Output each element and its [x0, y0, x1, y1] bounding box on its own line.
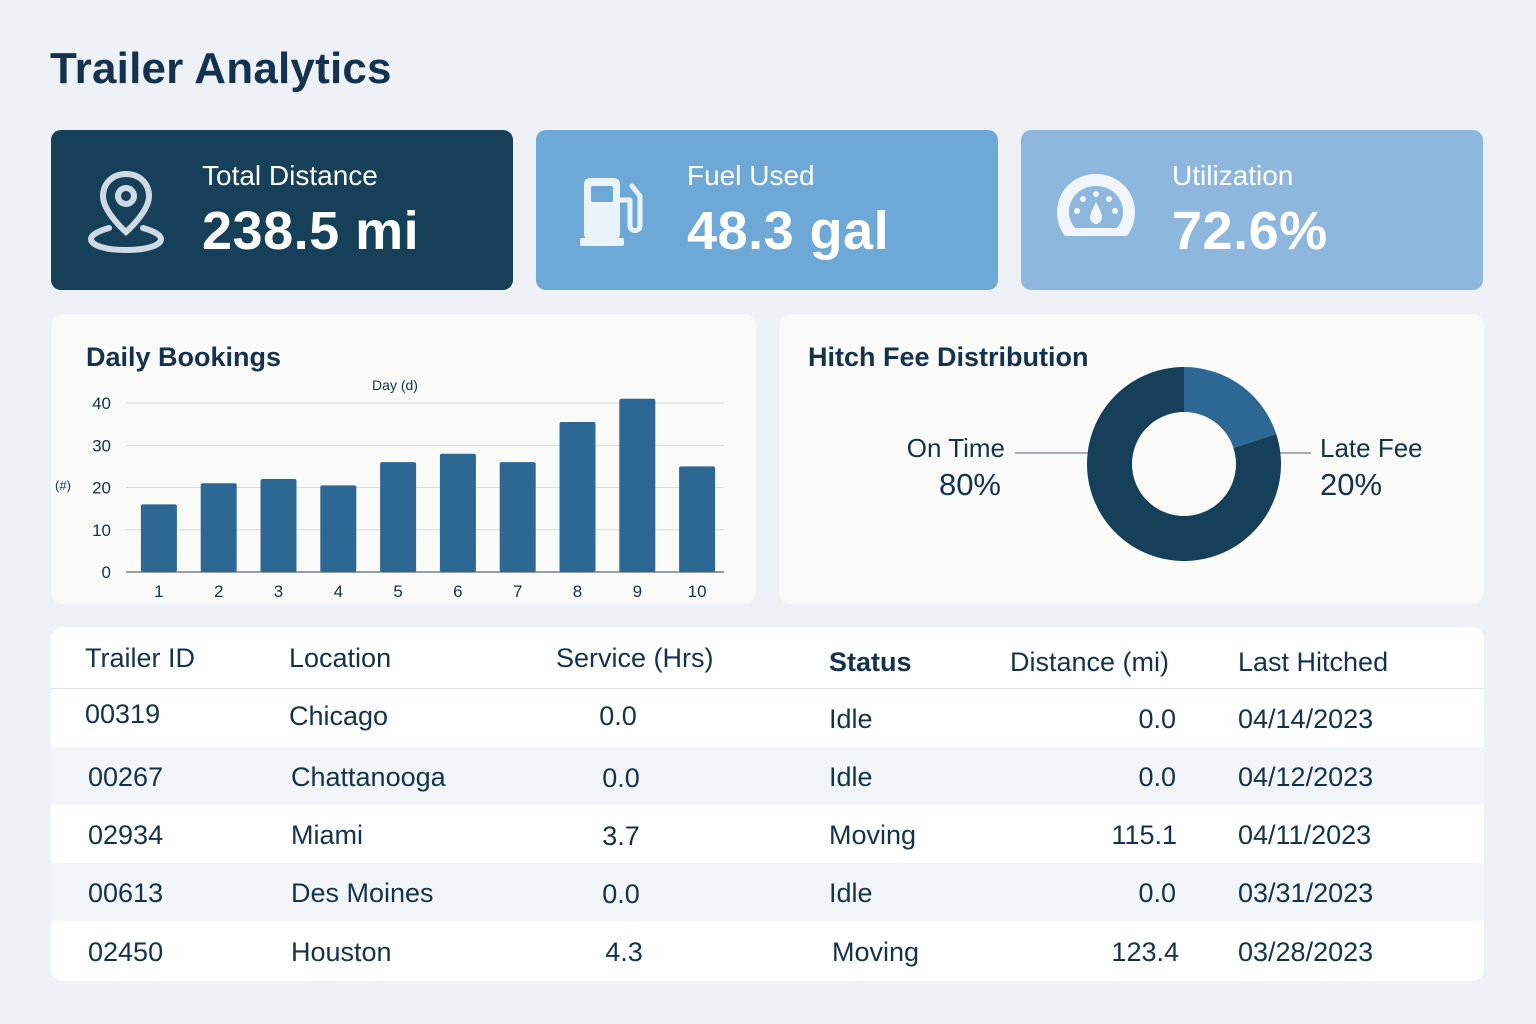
cell-service-hrs: 0.0: [602, 879, 640, 909]
table-row[interactable]: 00613 Des Moines 0.0 Idle 0.0 03/31/2023: [51, 863, 1484, 921]
bar[interactable]: [140, 504, 177, 572]
slice-value-on-time: 80%: [939, 467, 1001, 502]
trailer-table: Trailer ID Location Service (Hrs) Status…: [51, 627, 1484, 981]
map-pin-icon: [85, 166, 167, 254]
cell-trailer-id: 02450: [88, 937, 164, 967]
hitch-fee-card: Hitch Fee Distribution On Time 80% Late …: [779, 314, 1484, 604]
bar[interactable]: [260, 479, 297, 572]
donut-slice-late-fee[interactable]: [1184, 367, 1277, 448]
cell-distance: 123.4: [1111, 937, 1179, 967]
table-row[interactable]: 02934 Miami 3.7 Moving 115.1 04/11/2023: [51, 805, 1484, 863]
daily-bookings-card: Daily Bookings Day (d) (#) 0 10 20 30 40 1 2 3 4…: [51, 314, 756, 604]
cell-trailer-id: 00613: [88, 878, 164, 908]
cell-last-hitched: 03/28/2023: [1238, 937, 1374, 967]
x-tick-label: 4: [334, 582, 343, 601]
cell-trailer-id: 02934: [88, 820, 164, 850]
x-tick-label: 6: [453, 582, 462, 601]
cell-distance: 0.0: [1138, 762, 1176, 792]
kpi-card-total-distance[interactable]: Total Distance 238.5 mi: [51, 130, 513, 290]
cell-trailer-id: 00267: [88, 762, 164, 792]
cell-last-hitched: 03/31/2023: [1238, 878, 1374, 908]
cell-distance: 115.1: [1111, 820, 1177, 850]
bar[interactable]: [439, 453, 476, 572]
x-tick-label: 10: [688, 582, 707, 601]
column-header-trailer-id[interactable]: Trailer ID: [85, 643, 195, 674]
y-tick-label: 0: [102, 563, 111, 582]
hitch-fee-donut-chart: On Time 80% Late Fee 20%: [907, 367, 1423, 561]
x-tick-label: 1: [154, 582, 163, 601]
x-tick-label: 7: [513, 582, 522, 601]
kpi-label: Fuel Used: [687, 160, 815, 191]
kpi-label: Total Distance: [202, 160, 378, 191]
cell-service-hrs: 0.0: [602, 763, 640, 793]
bar[interactable]: [380, 462, 417, 572]
x-axis-label: Day (d): [372, 377, 418, 393]
kpi-value: 48.3 gal: [687, 201, 890, 261]
cell-last-hitched: 04/12/2023: [1238, 762, 1374, 792]
kpi-label: Utilization: [1172, 160, 1294, 191]
cell-status: Idle: [829, 704, 873, 734]
table-row[interactable]: 02450 Houston 4.3 Moving 123.4 03/28/202…: [51, 921, 1484, 979]
table-row[interactable]: 00319 Chicago 0.0 Idle 0.0 04/14/2023: [51, 689, 1484, 747]
table-header: Trailer ID Location Service (Hrs) Status…: [51, 627, 1484, 689]
cell-location: Chicago: [289, 701, 389, 731]
kpi-card-fuel-used[interactable]: Fuel Used 48.3 gal: [536, 130, 998, 290]
y-tick-label: 40: [92, 394, 111, 413]
x-tick-label: 2: [214, 582, 223, 601]
slice-label-on-time: On Time: [907, 433, 1005, 463]
slice-label-late-fee: Late Fee: [1320, 433, 1423, 463]
fuel-pump-icon: [570, 166, 652, 254]
column-header-last-hitched[interactable]: Last Hitched: [1238, 647, 1388, 678]
column-header-status[interactable]: Status: [829, 647, 912, 678]
cell-distance: 0.0: [1138, 704, 1176, 734]
x-tick-label: 3: [274, 582, 283, 601]
bar[interactable]: [200, 483, 237, 572]
y-tick-label: 30: [92, 436, 111, 455]
column-header-distance[interactable]: Distance (mi): [1010, 647, 1169, 678]
table-row[interactable]: 00267 Chattanooga 0.0 Idle 0.0 04/12/202…: [51, 747, 1484, 805]
column-header-service-hrs[interactable]: Service (Hrs): [556, 643, 714, 674]
cell-location: Houston: [291, 937, 392, 967]
cell-last-hitched: 04/14/2023: [1238, 704, 1374, 734]
x-tick-label: 9: [633, 582, 642, 601]
cell-last-hitched: 04/11/2023: [1238, 820, 1372, 850]
kpi-value: 72.6%: [1172, 201, 1328, 261]
x-tick-label: 8: [573, 582, 582, 601]
bar[interactable]: [559, 422, 596, 572]
cell-service-hrs: 4.3: [605, 937, 643, 967]
y-tick-label: 20: [92, 479, 111, 498]
cell-status: Idle: [829, 878, 873, 908]
x-tick-label: 5: [393, 582, 402, 601]
daily-bookings-chart: Day (d) (#) 0 10 20 30 40 1 2 3 4 5 6 7 8 9 10: [55, 377, 724, 601]
cell-status: Moving: [832, 937, 920, 967]
cell-trailer-id: 00319: [85, 699, 161, 729]
cell-location: Des Moines: [291, 878, 434, 908]
cell-service-hrs: 3.7: [602, 821, 640, 851]
kpi-value: 238.5 mi: [202, 201, 420, 261]
bar[interactable]: [619, 398, 656, 572]
y-axis-label: (#): [55, 478, 71, 493]
y-tick-label: 10: [92, 521, 111, 540]
kpi-card-utilization[interactable]: Utilization 72.6%: [1021, 130, 1483, 290]
bar[interactable]: [320, 485, 357, 572]
cell-service-hrs: 0.0: [599, 701, 637, 731]
bar[interactable]: [499, 462, 536, 572]
cell-distance: 0.0: [1138, 878, 1176, 908]
page-title: Trailer Analytics: [50, 44, 392, 93]
bar[interactable]: [679, 466, 716, 572]
slice-value-late-fee: 20%: [1320, 467, 1382, 502]
gauge-icon: [1055, 166, 1137, 254]
column-header-location[interactable]: Location: [289, 643, 391, 674]
cell-location: Miami: [291, 820, 363, 850]
cell-location: Chattanooga: [291, 762, 446, 792]
cell-status: Idle: [829, 762, 873, 792]
cell-status: Moving: [829, 820, 917, 850]
